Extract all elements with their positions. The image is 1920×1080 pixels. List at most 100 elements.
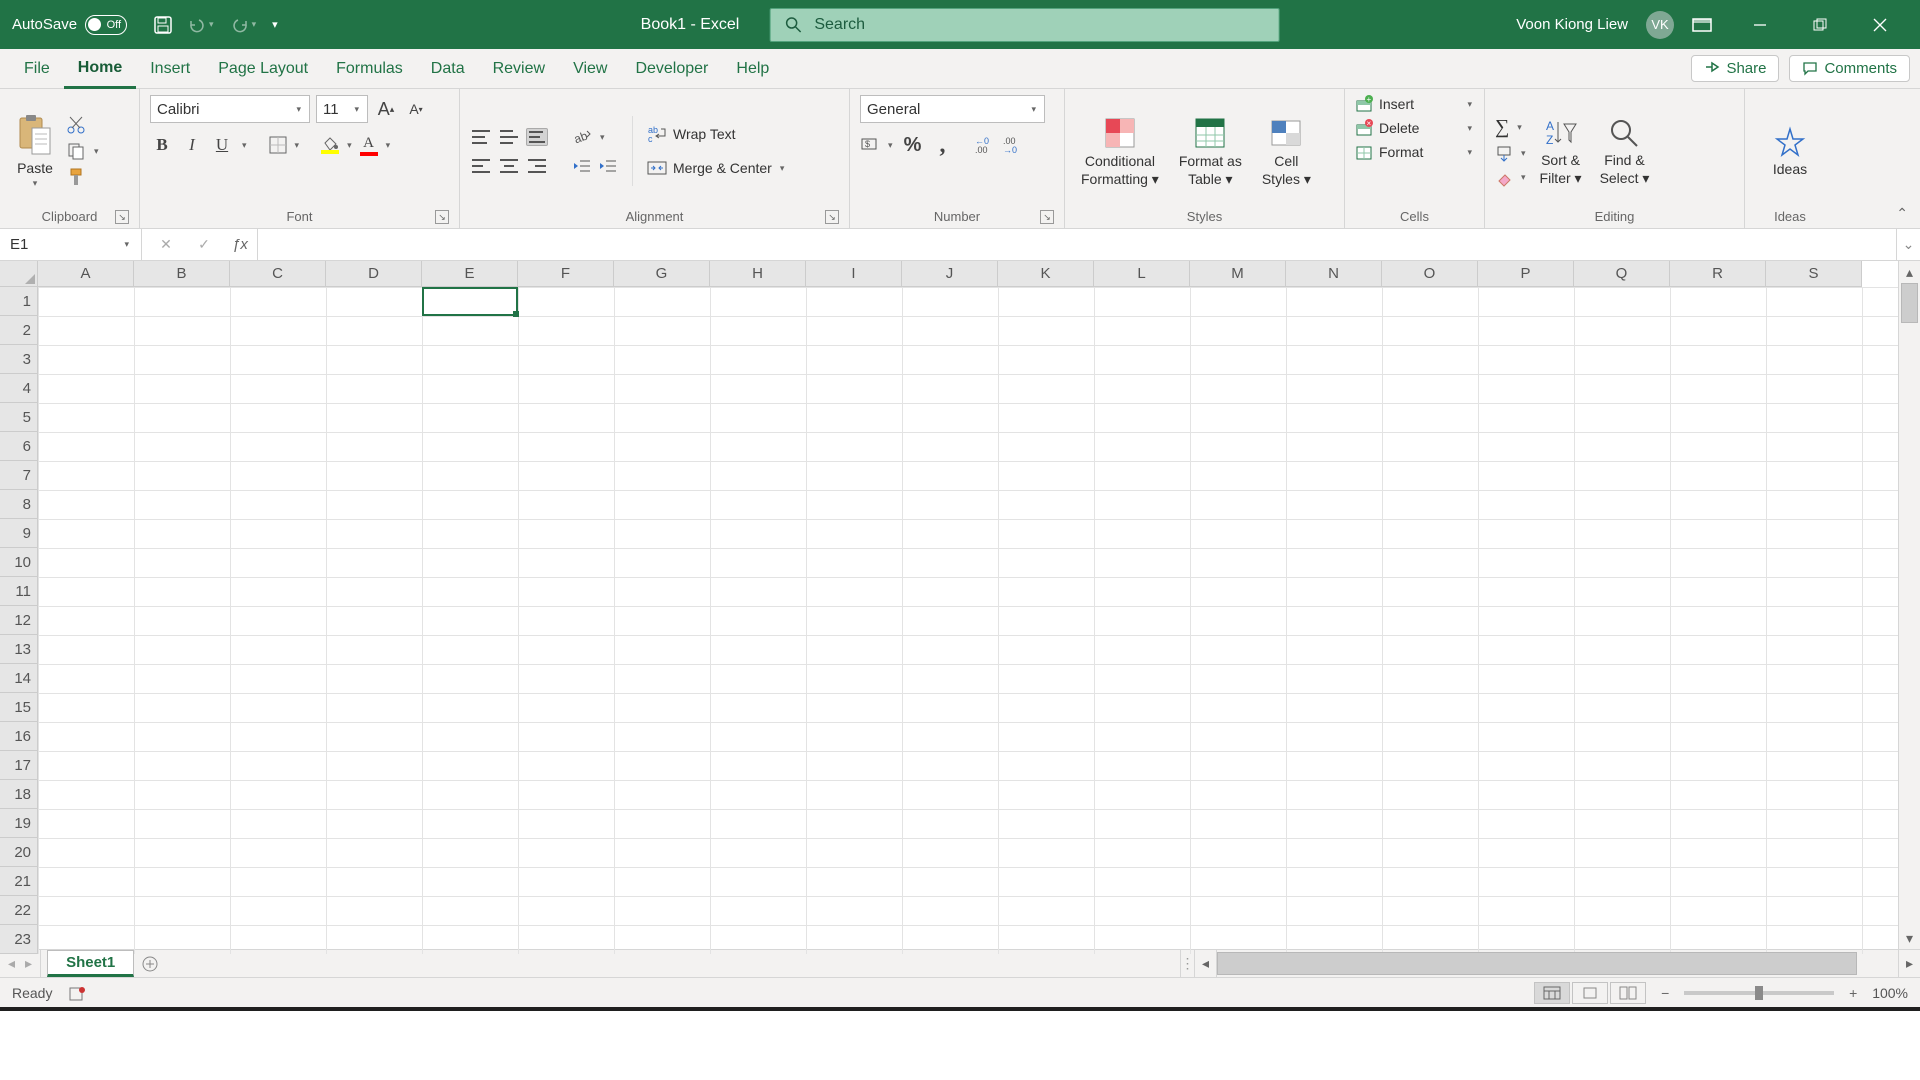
accounting-format-button[interactable]: $ <box>860 135 880 155</box>
merge-center-button[interactable]: Merge & Center ▾ <box>647 158 786 178</box>
sort-filter-button[interactable]: AZ Sort &Filter ▾ <box>1534 114 1588 188</box>
dialog-launcher-icon[interactable]: ↘ <box>825 210 839 224</box>
column-header[interactable]: A <box>38 261 134 286</box>
row-header[interactable]: 16 <box>0 722 37 751</box>
macro-record-icon[interactable] <box>68 984 86 1002</box>
align-top-button[interactable] <box>470 128 492 146</box>
zoom-out-button[interactable]: − <box>1656 985 1674 1001</box>
tab-formulas[interactable]: Formulas <box>322 49 417 88</box>
row-header[interactable]: 9 <box>0 519 37 548</box>
font-size-combo[interactable]: 11▾ <box>316 95 368 123</box>
row-header[interactable]: 22 <box>0 896 37 925</box>
dialog-launcher-icon[interactable]: ↘ <box>435 210 449 224</box>
row-header[interactable]: 11 <box>0 577 37 606</box>
cancel-formula-button[interactable]: ✕ <box>147 236 185 253</box>
row-header[interactable]: 17 <box>0 751 37 780</box>
column-header[interactable]: G <box>614 261 710 286</box>
row-header[interactable]: 21 <box>0 867 37 896</box>
align-center-button[interactable] <box>498 157 520 175</box>
column-header[interactable]: J <box>902 261 998 286</box>
decrease-indent-button[interactable] <box>572 157 592 175</box>
row-header[interactable]: 5 <box>0 403 37 432</box>
tab-developer[interactable]: Developer <box>621 49 722 88</box>
new-sheet-button[interactable] <box>134 950 166 977</box>
user-avatar[interactable]: VK <box>1646 11 1674 39</box>
select-all-button[interactable] <box>0 261 38 287</box>
row-header[interactable]: 15 <box>0 693 37 722</box>
column-header[interactable]: Q <box>1574 261 1670 286</box>
number-format-combo[interactable]: General▾ <box>860 95 1045 123</box>
scroll-down-button[interactable]: ▾ <box>1899 927 1920 949</box>
save-icon[interactable] <box>153 15 173 35</box>
bold-button[interactable]: B <box>150 133 174 157</box>
column-header[interactable]: M <box>1190 261 1286 286</box>
tab-help[interactable]: Help <box>722 49 783 88</box>
maximize-button[interactable] <box>1790 0 1850 49</box>
format-cells-button[interactable]: Format▾ <box>1355 143 1474 161</box>
tab-review[interactable]: Review <box>479 49 559 88</box>
tab-insert[interactable]: Insert <box>136 49 204 88</box>
paste-button[interactable]: Paste ▾ <box>10 112 60 190</box>
increase-decimal-button[interactable]: ←0.00 <box>975 135 997 155</box>
row-header[interactable]: 3 <box>0 345 37 374</box>
column-header[interactable]: B <box>134 261 230 286</box>
horizontal-scroll-thumb[interactable] <box>1217 952 1857 975</box>
column-header[interactable]: S <box>1766 261 1862 286</box>
delete-cells-button[interactable]: ×Delete▾ <box>1355 119 1474 137</box>
split-handle[interactable]: ⋮ <box>1180 950 1194 977</box>
column-header[interactable]: N <box>1286 261 1382 286</box>
row-header[interactable]: 14 <box>0 664 37 693</box>
align-left-button[interactable] <box>470 157 492 175</box>
tab-home[interactable]: Home <box>64 49 136 89</box>
tab-view[interactable]: View <box>559 49 621 88</box>
row-header[interactable]: 7 <box>0 461 37 490</box>
column-header[interactable]: E <box>422 261 518 286</box>
column-header[interactable]: F <box>518 261 614 286</box>
page-layout-view-button[interactable] <box>1572 982 1608 1004</box>
scroll-right-button[interactable]: ▸ <box>1898 950 1920 977</box>
row-header[interactable]: 18 <box>0 780 37 809</box>
column-headers[interactable]: ABCDEFGHIJKLMNOPQRS <box>38 261 1862 287</box>
tab-page-layout[interactable]: Page Layout <box>204 49 322 88</box>
horizontal-scrollbar[interactable]: ⋮ ◂ ▸ <box>1180 950 1920 977</box>
row-header[interactable]: 10 <box>0 548 37 577</box>
copy-button[interactable]: ▾ <box>66 141 101 161</box>
cut-button[interactable] <box>66 115 86 135</box>
redo-button[interactable]: ▾ <box>230 17 259 33</box>
insert-cells-button[interactable]: +Insert▾ <box>1355 95 1474 113</box>
column-header[interactable]: D <box>326 261 422 286</box>
decrease-font-button[interactable]: A▾ <box>404 97 428 121</box>
column-header[interactable]: O <box>1382 261 1478 286</box>
minimize-button[interactable] <box>1730 0 1790 49</box>
column-header[interactable]: R <box>1670 261 1766 286</box>
column-header[interactable]: I <box>806 261 902 286</box>
row-header[interactable]: 23 <box>0 925 37 954</box>
search-box[interactable]: Search <box>769 8 1279 42</box>
column-header[interactable]: P <box>1478 261 1574 286</box>
customize-qat-button[interactable]: ▾ <box>272 18 278 31</box>
enter-formula-button[interactable]: ✓ <box>185 236 223 253</box>
vertical-scroll-thumb[interactable] <box>1901 283 1918 323</box>
column-header[interactable]: H <box>710 261 806 286</box>
expand-formula-bar-button[interactable]: ⌄ <box>1896 229 1920 260</box>
decrease-decimal-button[interactable]: .00→0 <box>1003 135 1025 155</box>
collapse-ribbon-button[interactable]: ⌃ <box>1884 199 1920 228</box>
ribbon-display-options-icon[interactable] <box>1692 17 1712 33</box>
sheet-tab-active[interactable]: Sheet1 <box>47 950 134 977</box>
sheet-nav-prev-button[interactable]: ◂ <box>8 955 15 972</box>
scroll-left-button[interactable]: ◂ <box>1194 950 1216 977</box>
cells-area[interactable] <box>38 287 1898 954</box>
insert-function-button[interactable]: ƒx <box>223 236 257 253</box>
autosum-button[interactable]: ∑▾ <box>1495 116 1524 139</box>
row-header[interactable]: 19 <box>0 809 37 838</box>
tab-data[interactable]: Data <box>417 49 479 88</box>
row-header[interactable]: 1 <box>0 287 37 316</box>
selected-cell[interactable] <box>422 287 518 316</box>
wrap-text-button[interactable]: abc Wrap Text <box>647 124 736 144</box>
undo-button[interactable]: ▾ <box>187 17 216 33</box>
font-name-combo[interactable]: Calibri▾ <box>150 95 310 123</box>
name-box[interactable]: E1▾ <box>0 229 142 260</box>
find-select-button[interactable]: Find &Select ▾ <box>1594 114 1656 188</box>
underline-button[interactable]: U <box>210 133 234 157</box>
row-header[interactable]: 4 <box>0 374 37 403</box>
